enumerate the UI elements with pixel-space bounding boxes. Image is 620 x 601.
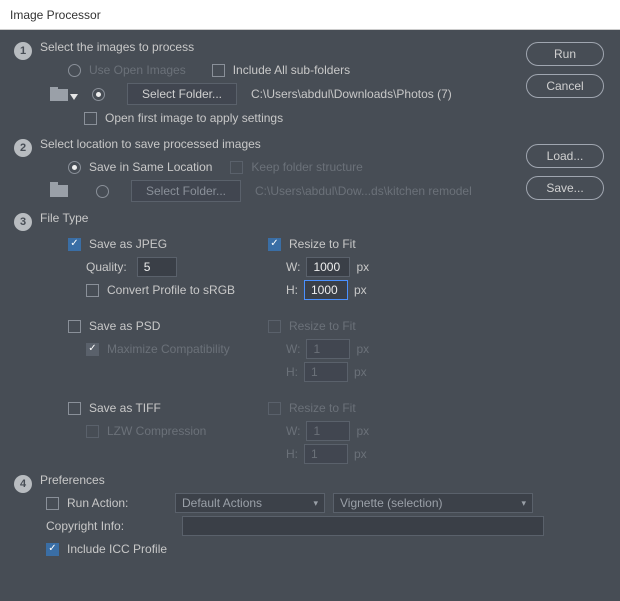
title-bar: Image Processor: [0, 0, 620, 30]
open-first-image-label: Open first image to apply settings: [105, 111, 283, 125]
jpeg-h-input[interactable]: 1000: [304, 280, 348, 300]
jpeg-w-label: W:: [286, 260, 300, 274]
tiff-w-input: 1: [306, 421, 350, 441]
window-title: Image Processor: [10, 8, 101, 22]
jpeg-resize-checkbox[interactable]: [268, 238, 281, 251]
select-folder-button-2: Select Folder...: [131, 180, 241, 202]
convert-srgb-label: Convert Profile to sRGB: [107, 283, 235, 297]
run-action-label: Run Action:: [67, 496, 139, 510]
psd-w-label: W:: [286, 342, 300, 356]
tiff-h-input: 1: [304, 444, 348, 464]
step-1-badge: 1: [14, 42, 32, 60]
section-3: 3 File Type Save as JPEG Quality: 5 Conve…: [14, 211, 606, 467]
run-action-checkbox[interactable]: [46, 497, 59, 510]
open-first-image-checkbox[interactable]: [84, 112, 97, 125]
include-subfolders-checkbox[interactable]: [212, 64, 225, 77]
psd-h-unit: px: [354, 365, 367, 379]
step-4-heading: Preferences: [40, 473, 606, 487]
run-button[interactable]: Run: [526, 42, 604, 66]
jpeg-h-label: H:: [286, 283, 298, 297]
include-subfolders-label: Include All sub-folders: [233, 63, 350, 77]
save-jpeg-checkbox[interactable]: [68, 238, 81, 251]
psd-w-unit: px: [356, 342, 369, 356]
source-path: C:\Users\abdul\Downloads\Photos (7): [251, 87, 452, 101]
jpeg-h-unit: px: [354, 283, 367, 297]
convert-srgb-checkbox[interactable]: [86, 284, 99, 297]
load-button[interactable]: Load...: [526, 144, 604, 168]
copyright-label: Copyright Info:: [46, 519, 124, 533]
psd-resize-label: Resize to Fit: [289, 319, 356, 333]
save-button[interactable]: Save...: [526, 176, 604, 200]
include-icc-label: Include ICC Profile: [67, 542, 167, 556]
select-folder-radio[interactable]: [92, 88, 105, 101]
save-psd-checkbox[interactable]: [68, 320, 81, 333]
save-jpeg-label: Save as JPEG: [89, 237, 167, 251]
step-4-badge: 4: [14, 475, 32, 493]
copyright-input[interactable]: [182, 516, 544, 536]
tiff-w-unit: px: [356, 424, 369, 438]
psd-h-label: H:: [286, 365, 298, 379]
psd-resize-checkbox: [268, 320, 281, 333]
arrow-down-icon: [70, 94, 78, 100]
save-psd-label: Save as PSD: [89, 319, 160, 333]
quality-input[interactable]: 5: [137, 257, 177, 277]
step-2-heading: Select location to save processed images: [40, 137, 606, 151]
lzw-checkbox: [86, 425, 99, 438]
folder-download-icon: [50, 87, 68, 101]
step-3-heading: File Type: [40, 211, 606, 225]
tiff-h-label: H:: [286, 447, 298, 461]
keep-folder-structure-label: Keep folder structure: [251, 160, 362, 174]
psd-w-input: 1: [306, 339, 350, 359]
tiff-w-label: W:: [286, 424, 300, 438]
dest-path: C:\Users\abdul\Dow...ds\kitchen remodel: [255, 184, 472, 198]
maximize-compat-checkbox: [86, 343, 99, 356]
psd-h-input: 1: [304, 362, 348, 382]
save-tiff-label: Save as TIFF: [89, 401, 161, 415]
action-select: Vignette (selection)▾: [333, 493, 533, 513]
section-1: 1 Select the images to process Use Open …: [14, 40, 606, 131]
jpeg-w-unit: px: [356, 260, 369, 274]
step-3-badge: 3: [14, 213, 32, 231]
maximize-compat-label: Maximize Compatibility: [107, 342, 230, 356]
use-open-images-label: Use Open Images: [89, 63, 186, 77]
jpeg-resize-label: Resize to Fit: [289, 237, 356, 251]
dialog-body: Run Cancel Load... Save... 1 Select the …: [0, 30, 620, 601]
lzw-label: LZW Compression: [107, 424, 206, 438]
tiff-h-unit: px: [354, 447, 367, 461]
select-folder-button-1[interactable]: Select Folder...: [127, 83, 237, 105]
save-same-location-radio[interactable]: [68, 161, 81, 174]
use-open-images-radio: [68, 64, 81, 77]
tiff-resize-checkbox: [268, 402, 281, 415]
folder-save-icon: [50, 185, 68, 197]
keep-folder-structure-checkbox: [230, 161, 243, 174]
chevron-down-icon: ▾: [521, 498, 526, 509]
action-set-select: Default Actions▾: [175, 493, 325, 513]
step-1-heading: Select the images to process: [40, 40, 606, 54]
select-save-folder-radio[interactable]: [96, 185, 109, 198]
section-2: 2 Select location to save processed imag…: [14, 137, 606, 205]
chevron-down-icon: ▾: [313, 498, 318, 509]
quality-label: Quality:: [86, 260, 127, 274]
step-2-badge: 2: [14, 139, 32, 157]
save-tiff-checkbox[interactable]: [68, 402, 81, 415]
section-4: 4 Preferences Run Action: Default Action…: [14, 473, 606, 562]
jpeg-w-input[interactable]: 1000: [306, 257, 350, 277]
include-icc-checkbox[interactable]: [46, 543, 59, 556]
save-same-location-label: Save in Same Location: [89, 160, 212, 174]
tiff-resize-label: Resize to Fit: [289, 401, 356, 415]
cancel-button[interactable]: Cancel: [526, 74, 604, 98]
